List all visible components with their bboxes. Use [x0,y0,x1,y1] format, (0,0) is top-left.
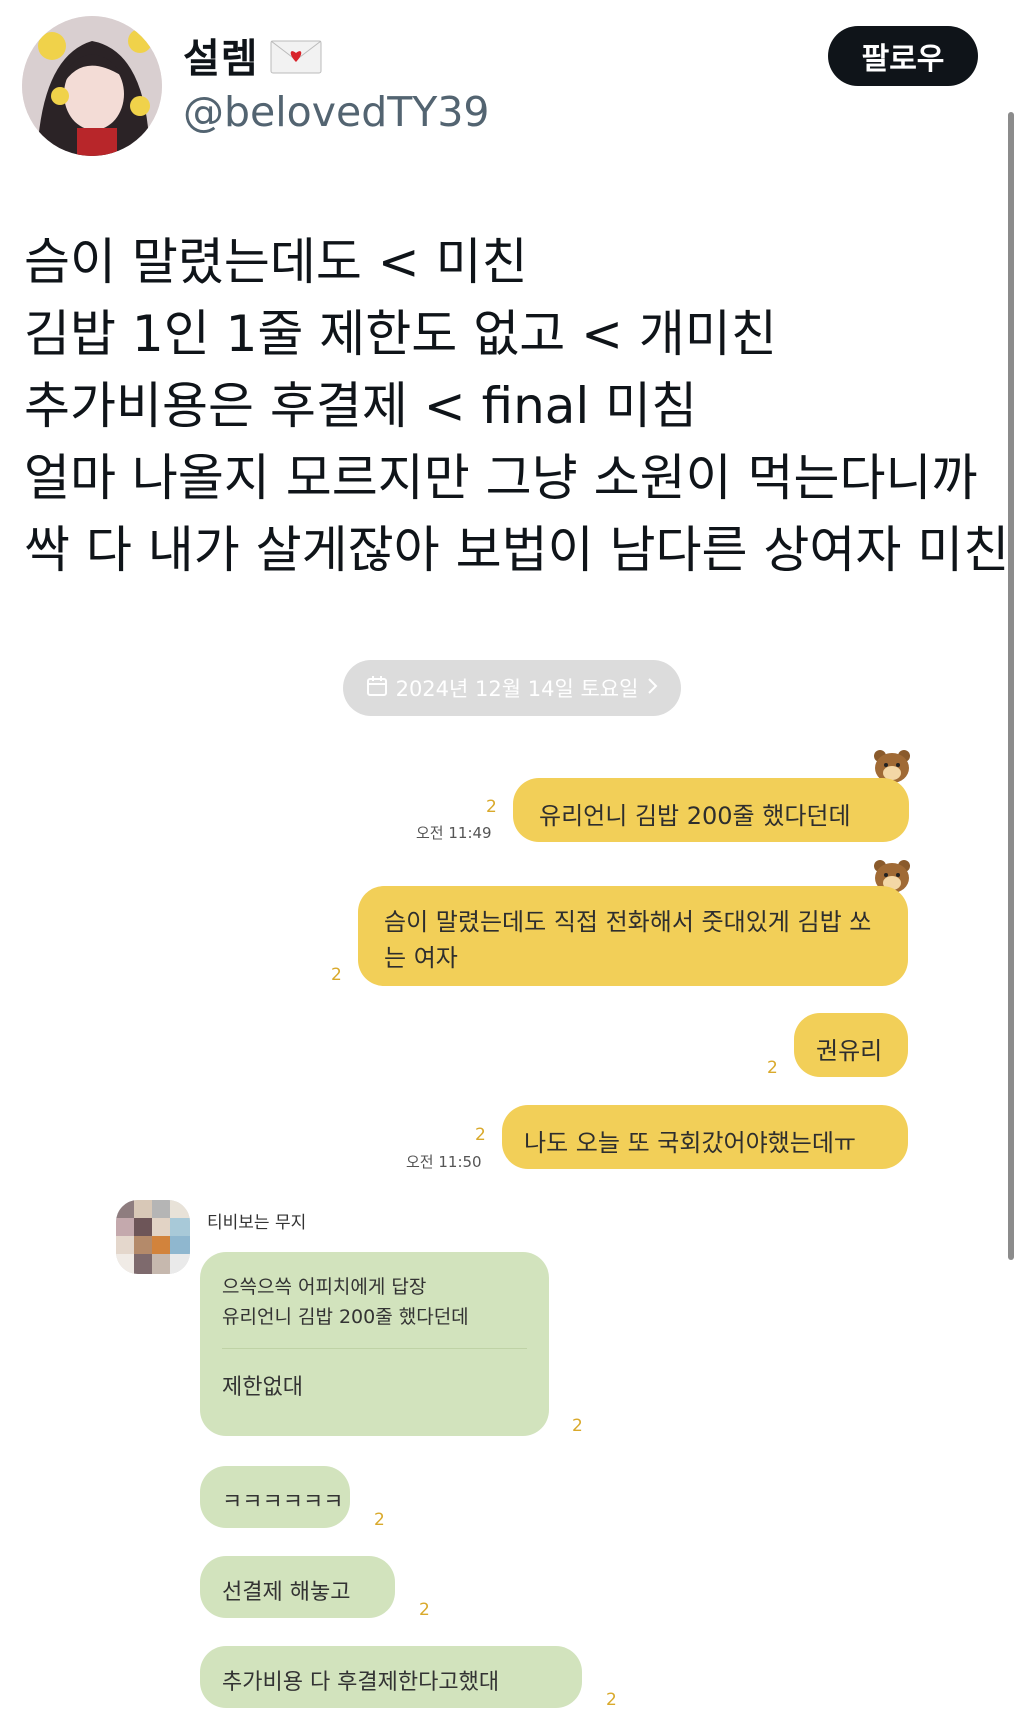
chat-date-pill[interactable]: 2024년 12월 14일 토요일 [343,660,681,716]
unread-count: 2 [475,1125,486,1145]
message-time: 오전 11:50 [406,1153,482,1171]
unread-count: 2 [486,797,497,817]
unread-count: 2 [419,1600,430,1620]
unread-count: 2 [331,965,342,985]
chat-bubble-outgoing[interactable]: 유리언니 김밥 200줄 했다던데 [513,778,909,842]
display-name[interactable]: 설렘 [183,26,259,84]
tweet-line: 싹 다 내가 살게잖아 보법이 남다른 상여자 미친 [24,521,1010,579]
follow-button[interactable]: 팔로우 [828,26,978,86]
chat-bubble-outgoing[interactable]: 나도 오늘 또 국회갔어야했는데ㅠ [502,1105,908,1169]
tweet-line: 추가비용은 후결제 < final 미침 [24,377,698,435]
envelope-heart-icon [270,40,322,74]
message-time: 오전 11:49 [416,824,492,842]
tweet-line: 얼마 나올지 모르지만 그냥 소원이 먹는다니까 [24,449,978,507]
chat-bubble-outgoing[interactable]: 슴이 말렸는데도 직접 전화해서 줏대있게 김밥 쏘는 여자 [358,886,908,986]
reply-quote-text: 유리언니 김밥 200줄 했다던데 [222,1306,469,1328]
scrollbar[interactable] [1008,112,1014,1260]
tweet-line: 슴이 말렸는데도 < 미친 [24,233,528,291]
unread-count: 2 [374,1510,385,1530]
reply-text: 제한없대 [222,1375,303,1400]
chat-bubble-incoming[interactable]: 추가비용 다 후결제한다고했대 [200,1646,582,1708]
unread-count: 2 [572,1416,583,1436]
unread-count: 2 [767,1058,778,1078]
avatar[interactable] [22,16,162,156]
chat-bubble-incoming[interactable]: 선결제 해놓고 [200,1556,395,1618]
unread-count: 2 [606,1690,617,1710]
chat-bubble-incoming[interactable]: ㅋㅋㅋㅋㅋㅋ [200,1466,350,1528]
reply-bubble[interactable]: 으쓱으쓱 어피치에게 답장 유리언니 김밥 200줄 했다던데 제한없대 [200,1252,549,1436]
sender-avatar[interactable] [116,1200,190,1274]
user-handle[interactable]: @belovedTY39 [183,88,490,136]
chevron-right-icon [646,676,658,700]
reply-divider [222,1348,527,1349]
tweet-text: 슴이 말렸는데도 < 미친 김밥 1인 1줄 제한도 없고 < 개미친 추가비용… [24,226,1010,586]
tweet-line: 김밥 1인 1줄 제한도 없고 < 개미친 [24,305,777,363]
chat-bubble-outgoing[interactable]: 권유리 [794,1013,908,1077]
calendar-icon [366,675,388,702]
reply-quote-header: 으쓱으쓱 어피치에게 답장 [222,1276,427,1298]
sender-name: 티비보는 무지 [207,1213,307,1233]
chat-date-label: 2024년 12월 14일 토요일 [395,677,639,701]
